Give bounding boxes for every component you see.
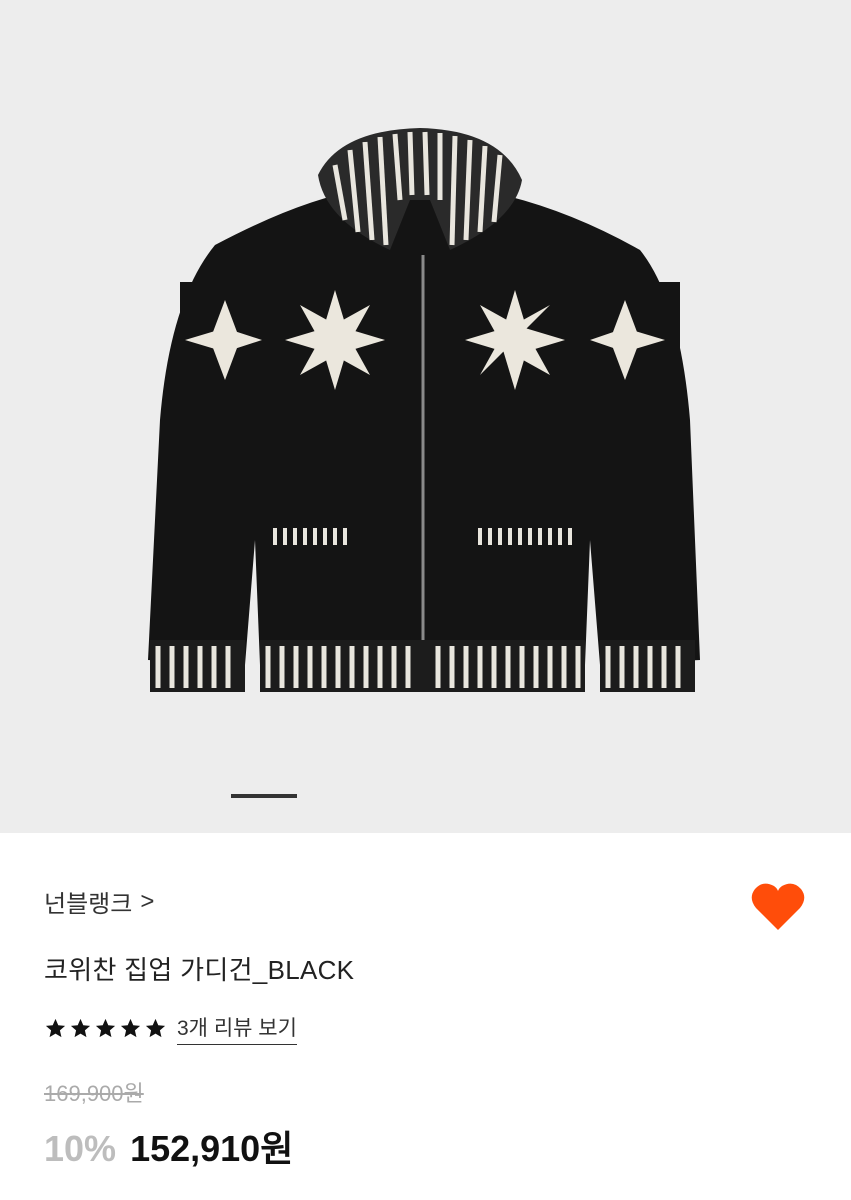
- product-image: [148, 128, 700, 692]
- star-icon: [70, 1018, 91, 1038]
- chevron-right-icon: >: [140, 887, 155, 915]
- star-icon: [95, 1018, 116, 1038]
- gallery-indicator-active: [231, 794, 297, 798]
- star-icon: [45, 1018, 66, 1038]
- product-image-gallery[interactable]: [0, 0, 851, 833]
- brand-name: 넌블랭크: [44, 891, 133, 918]
- discount-rate: 10%: [44, 1128, 117, 1169]
- sale-price: 152,910원: [130, 1128, 294, 1169]
- star-icon: [145, 1018, 166, 1038]
- price-row: 10% 152,910원: [44, 1120, 293, 1172]
- original-price: 169,900원: [44, 1081, 144, 1106]
- star-icon: [120, 1018, 141, 1038]
- rating-stars: [44, 1017, 167, 1040]
- review-link[interactable]: 3개 리뷰 보기: [177, 1012, 297, 1045]
- heart-icon[interactable]: [750, 880, 806, 932]
- product-name: 코위찬 집업 가디건_BLACK: [44, 955, 355, 985]
- brand-link[interactable]: 넌블랭크 >: [44, 884, 154, 919]
- rating-row: 3개 리뷰 보기: [44, 1012, 297, 1045]
